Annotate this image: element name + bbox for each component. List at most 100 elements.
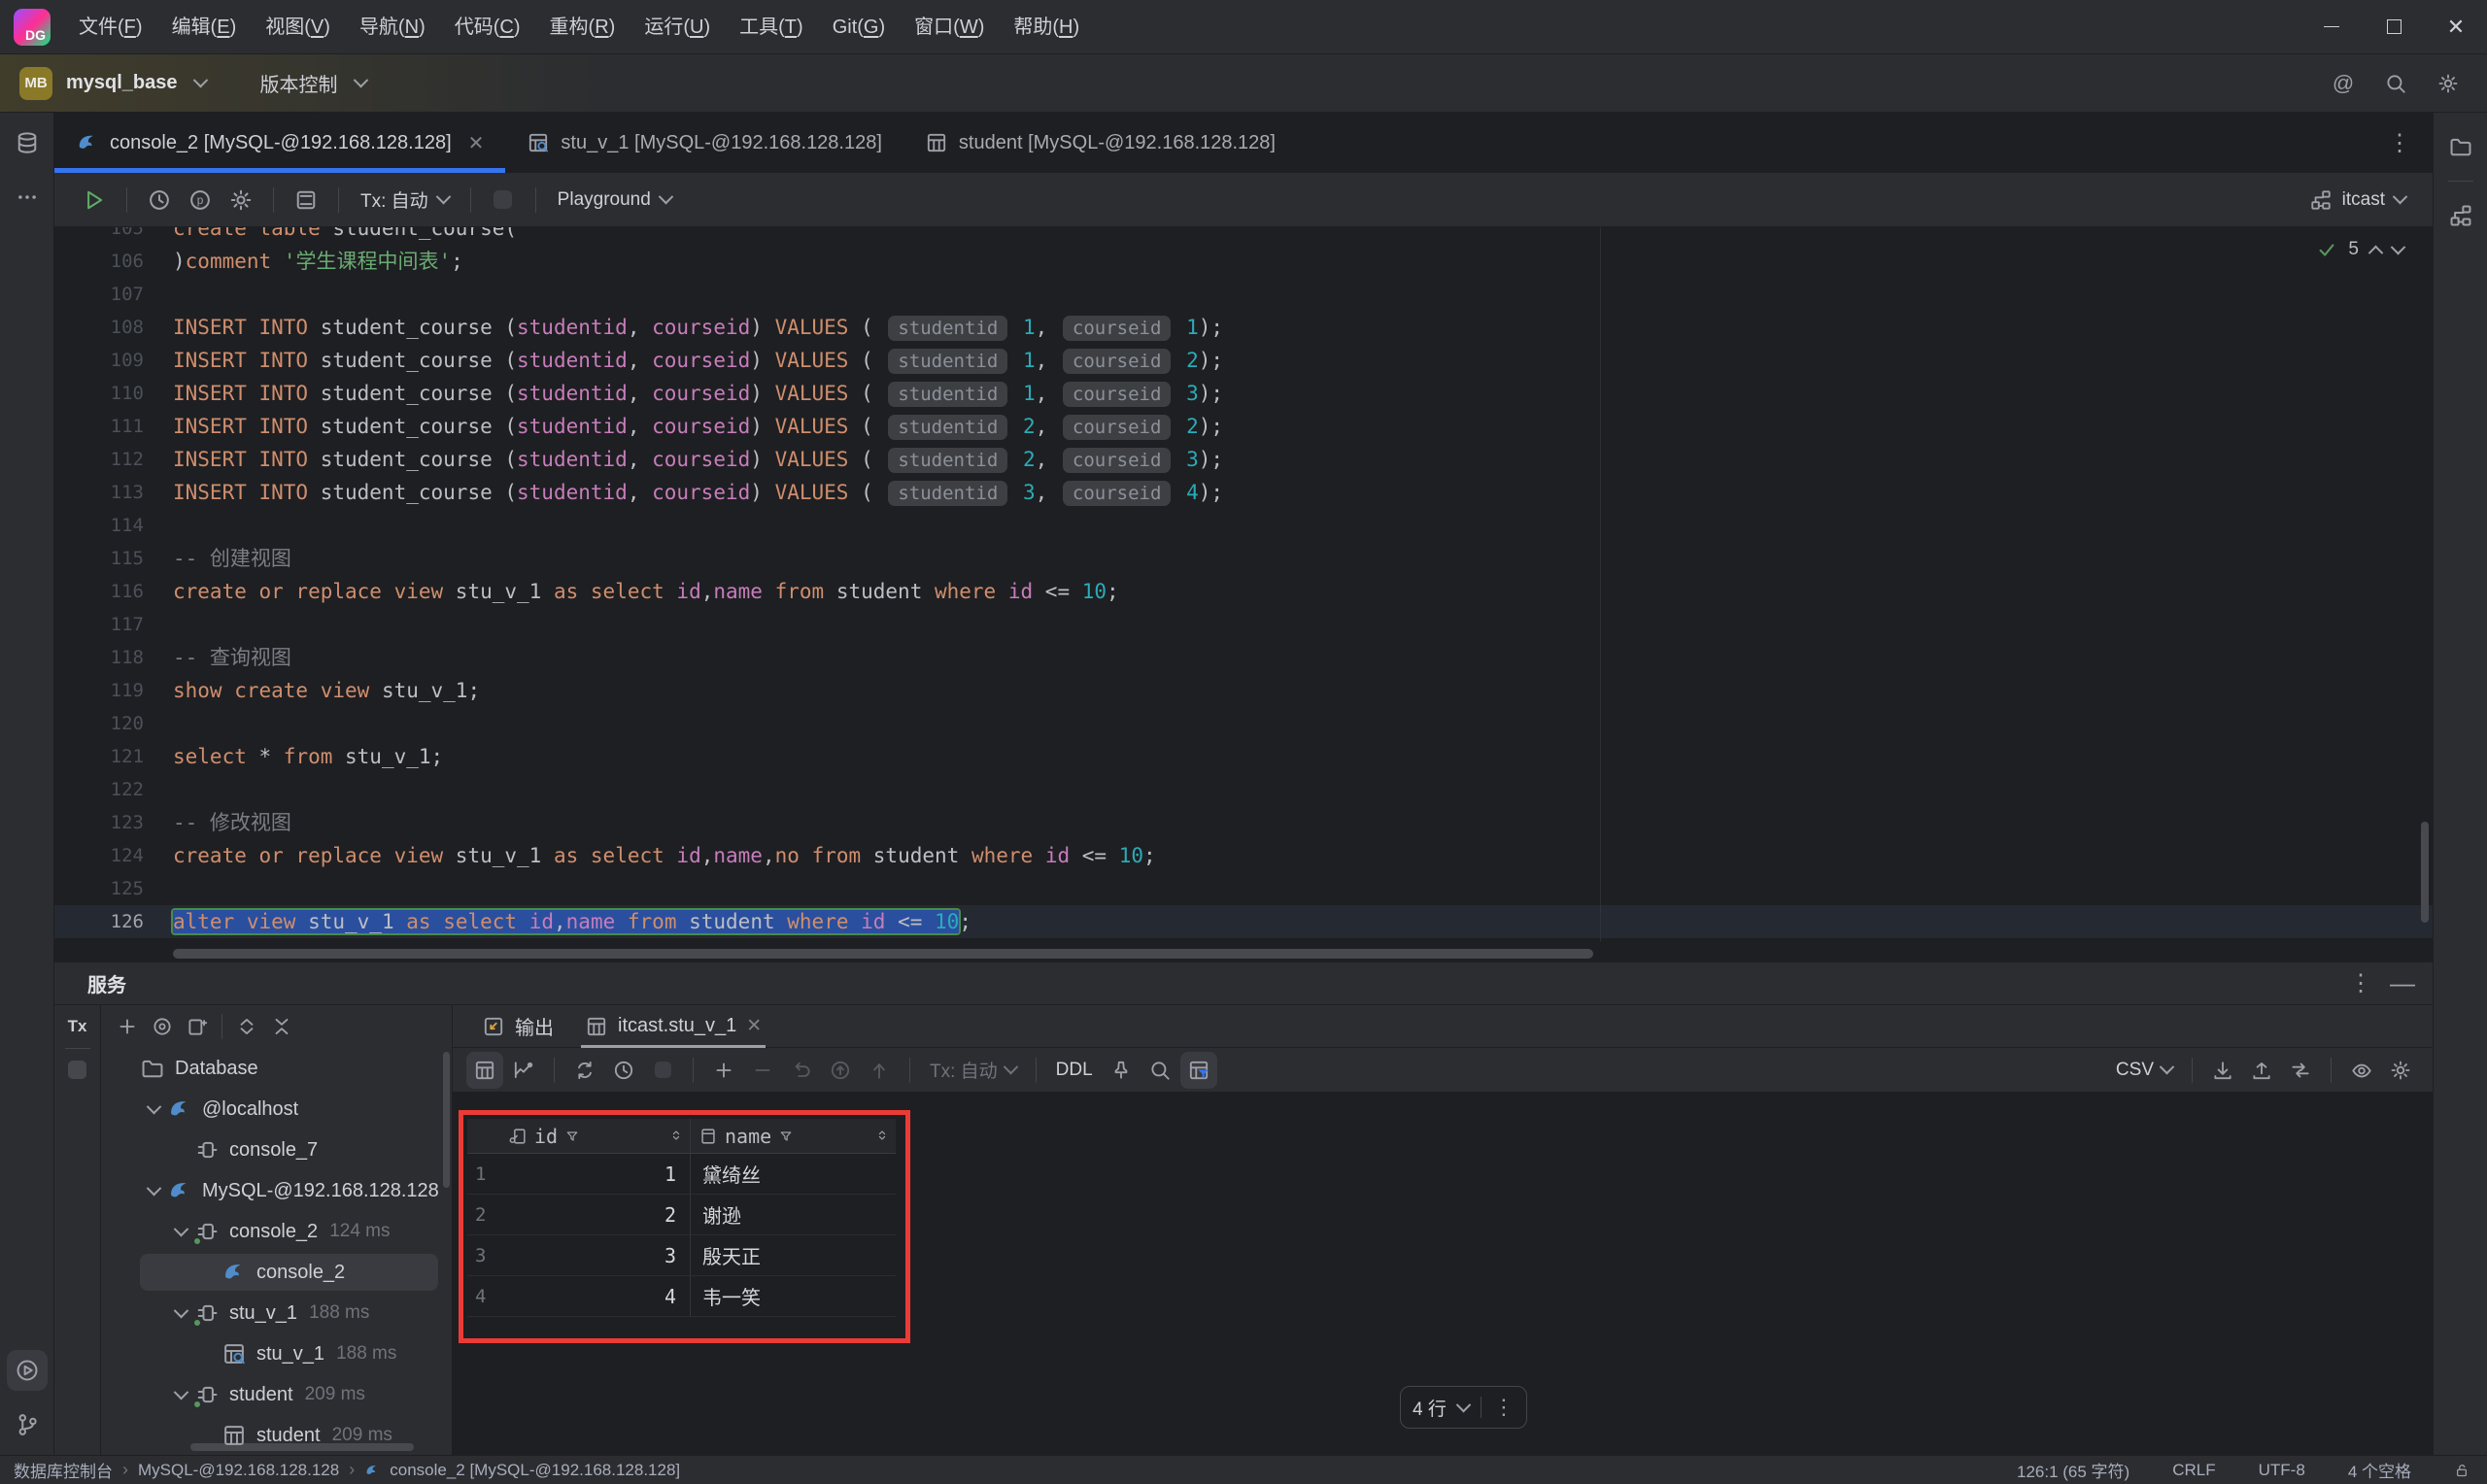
chevron-down-icon[interactable] [173, 1384, 188, 1400]
breadcrumb-item-2[interactable]: console_2 [MySQL-@192.168.128.128] [390, 1461, 680, 1480]
editor-tab-1[interactable]: stu_v_1 [MySQL-@192.168.128.128] [505, 113, 903, 173]
files-toolwindow-button[interactable] [2440, 126, 2481, 167]
import-data-button[interactable] [2243, 1052, 2280, 1089]
grid-row-3[interactable]: 33殷天正 [467, 1235, 896, 1276]
code-line-112[interactable]: 112INSERT INTO student_course (studentid… [54, 443, 2433, 476]
cell-id[interactable]: 1 [500, 1163, 690, 1186]
editor-tab-2[interactable]: student [MySQL-@192.168.128.128] [903, 113, 1297, 173]
tree-node-Database[interactable]: Database [101, 1048, 452, 1089]
chevron-down-icon[interactable] [173, 1302, 188, 1318]
minimize-button[interactable] [2300, 0, 2363, 54]
find-button[interactable] [1141, 1052, 1178, 1089]
schema-switcher[interactable]: itcast [2309, 188, 2415, 212]
tree-node-console_2[interactable]: console_2124 ms [101, 1211, 452, 1252]
encoding-widget[interactable]: UTF-8 [2259, 1461, 2305, 1480]
tx-filter-button[interactable]: Tx [68, 1017, 87, 1036]
git-toolwindow-button[interactable] [7, 1404, 48, 1445]
indent-widget[interactable]: 4 个空格 [2348, 1458, 2411, 1482]
refresh-button[interactable] [566, 1052, 603, 1089]
tree-node-console_7[interactable]: console_7 [101, 1130, 452, 1170]
code-line-115[interactable]: 115-- 创建视图 [54, 542, 2433, 575]
code-line-109[interactable]: 109INSERT INTO student_course (studentid… [54, 344, 2433, 377]
grid-settings-button[interactable] [2382, 1052, 2419, 1089]
export-data-button[interactable] [2204, 1052, 2241, 1089]
playground-mode-select[interactable]: Playground [550, 189, 679, 211]
stop-refresh-button[interactable] [644, 1052, 681, 1089]
result-tab-1[interactable]: itcast.stu_v_1✕ [571, 1005, 775, 1048]
result-tab-0[interactable]: 输出 [468, 1005, 567, 1048]
tree-node-MySQL-@192.168.128.128[interactable]: MySQL-@192.168.128.128 [101, 1170, 452, 1211]
line-ending-widget[interactable]: CRLF [2172, 1461, 2215, 1480]
tree-node-stu_v_1[interactable]: stu_v_1188 ms [101, 1293, 452, 1333]
cell-id[interactable]: 3 [500, 1244, 690, 1267]
menu-item-9[interactable]: 窗口(W) [900, 9, 999, 46]
result-grid[interactable]: idname11黛绮丝22谢逊33殷天正44韦一笑 [467, 1119, 896, 1317]
chevron-down-icon[interactable] [146, 1098, 161, 1114]
pager-options-button[interactable]: ⋮ [1493, 1395, 1515, 1420]
chart-view-button[interactable] [505, 1052, 542, 1089]
ai-assistant-button[interactable]: @ [2324, 64, 2363, 103]
run-button[interactable] [76, 182, 113, 219]
view-options-button[interactable] [2343, 1052, 2380, 1089]
code-line-124[interactable]: 124create or replace view stu_v_1 as sel… [54, 839, 2433, 872]
editor-vertical-scrollbar[interactable] [2421, 822, 2429, 923]
editor-tab-0[interactable]: console_2 [MySQL-@192.168.128.128]✕ [54, 113, 505, 173]
lock-icon[interactable] [2454, 1463, 2470, 1478]
tree-node-@localhost[interactable]: @localhost [101, 1089, 452, 1130]
chevron-down-icon[interactable] [173, 1221, 188, 1236]
revert-button[interactable] [783, 1052, 820, 1089]
code-line-125[interactable]: 125 [54, 872, 2433, 905]
tree-node-student[interactable]: student209 ms [101, 1374, 452, 1415]
panel-hide-button[interactable]: — [2390, 968, 2415, 998]
inspection-widget[interactable]: 5 [2317, 239, 2403, 260]
editor-horizontal-scrollbar[interactable] [173, 949, 1593, 959]
menu-item-4[interactable]: 代码(C) [440, 9, 535, 46]
caret-position-widget[interactable]: 126:1 (65 字符) [2017, 1458, 2129, 1482]
commit-button[interactable] [822, 1052, 859, 1089]
cell-name[interactable]: 谢逊 [690, 1195, 896, 1234]
project-selector[interactable]: mysql_base [66, 72, 206, 94]
grid-view-button[interactable] [466, 1052, 503, 1089]
code-line-121[interactable]: 121select * from stu_v_1; [54, 740, 2433, 773]
code-line-105[interactable]: 105create table student_course( [54, 227, 2433, 245]
code-line-106[interactable]: 106)comment '学生课程中间表'; [54, 245, 2433, 278]
grid-row-2[interactable]: 22谢逊 [467, 1195, 896, 1235]
history-button[interactable] [141, 182, 178, 219]
next-problem-icon[interactable] [2391, 239, 2406, 254]
code-line-111[interactable]: 111INSERT INTO student_course (studentid… [54, 410, 2433, 443]
code-line-120[interactable]: 120 [54, 707, 2433, 740]
menu-item-8[interactable]: Git(G) [818, 9, 900, 46]
code-line-116[interactable]: 116create or replace view stu_v_1 as sel… [54, 575, 2433, 608]
code-line-107[interactable]: 107 [54, 278, 2433, 311]
cell-name[interactable]: 韦一笑 [690, 1276, 896, 1316]
collapse-all-button[interactable] [265, 1010, 298, 1043]
breadcrumb-item-1[interactable]: MySQL-@192.168.128.128 [138, 1461, 339, 1480]
close-icon[interactable]: ✕ [746, 1015, 762, 1037]
grid-row-1[interactable]: 11黛绮丝 [467, 1154, 896, 1195]
panel-options-button[interactable]: ⋮ [2349, 969, 2372, 997]
console-settings-button[interactable] [222, 182, 259, 219]
menu-item-3[interactable]: 导航(N) [345, 9, 440, 46]
code-line-117[interactable]: 117 [54, 608, 2433, 641]
tree-node-stu_v_1[interactable]: stu_v_1188 ms [101, 1333, 452, 1374]
code-line-113[interactable]: 113INSERT INTO student_course (studentid… [54, 476, 2433, 509]
cell-id[interactable]: 4 [500, 1285, 690, 1308]
parameters-button[interactable]: p [182, 182, 219, 219]
expand-all-button[interactable] [230, 1010, 263, 1043]
result-tx-select[interactable]: Tx: 自动 [922, 1057, 1024, 1083]
pin-tab-button[interactable] [1103, 1052, 1140, 1089]
in-editor-results-button[interactable] [288, 182, 324, 219]
breadcrumb-item-0[interactable]: 数据库控制台 [14, 1458, 113, 1482]
code-line-110[interactable]: 110INSERT INTO student_course (studentid… [54, 377, 2433, 410]
tree-node-console_2[interactable]: console_2 [101, 1252, 452, 1293]
code-editor[interactable]: 105create table student_course(106)comme… [54, 227, 2433, 961]
structure-toolwindow-button[interactable] [2440, 195, 2481, 236]
code-line-114[interactable]: 114 [54, 509, 2433, 542]
prev-problem-icon[interactable] [2368, 245, 2384, 260]
code-line-118[interactable]: 118-- 查询视图 [54, 641, 2433, 674]
menu-item-10[interactable]: 帮助(H) [999, 9, 1094, 46]
stop-icon[interactable] [68, 1061, 86, 1079]
submit-button[interactable] [861, 1052, 898, 1089]
search-everywhere-button[interactable] [2376, 64, 2415, 103]
filter-grid-button[interactable] [1180, 1052, 1217, 1089]
